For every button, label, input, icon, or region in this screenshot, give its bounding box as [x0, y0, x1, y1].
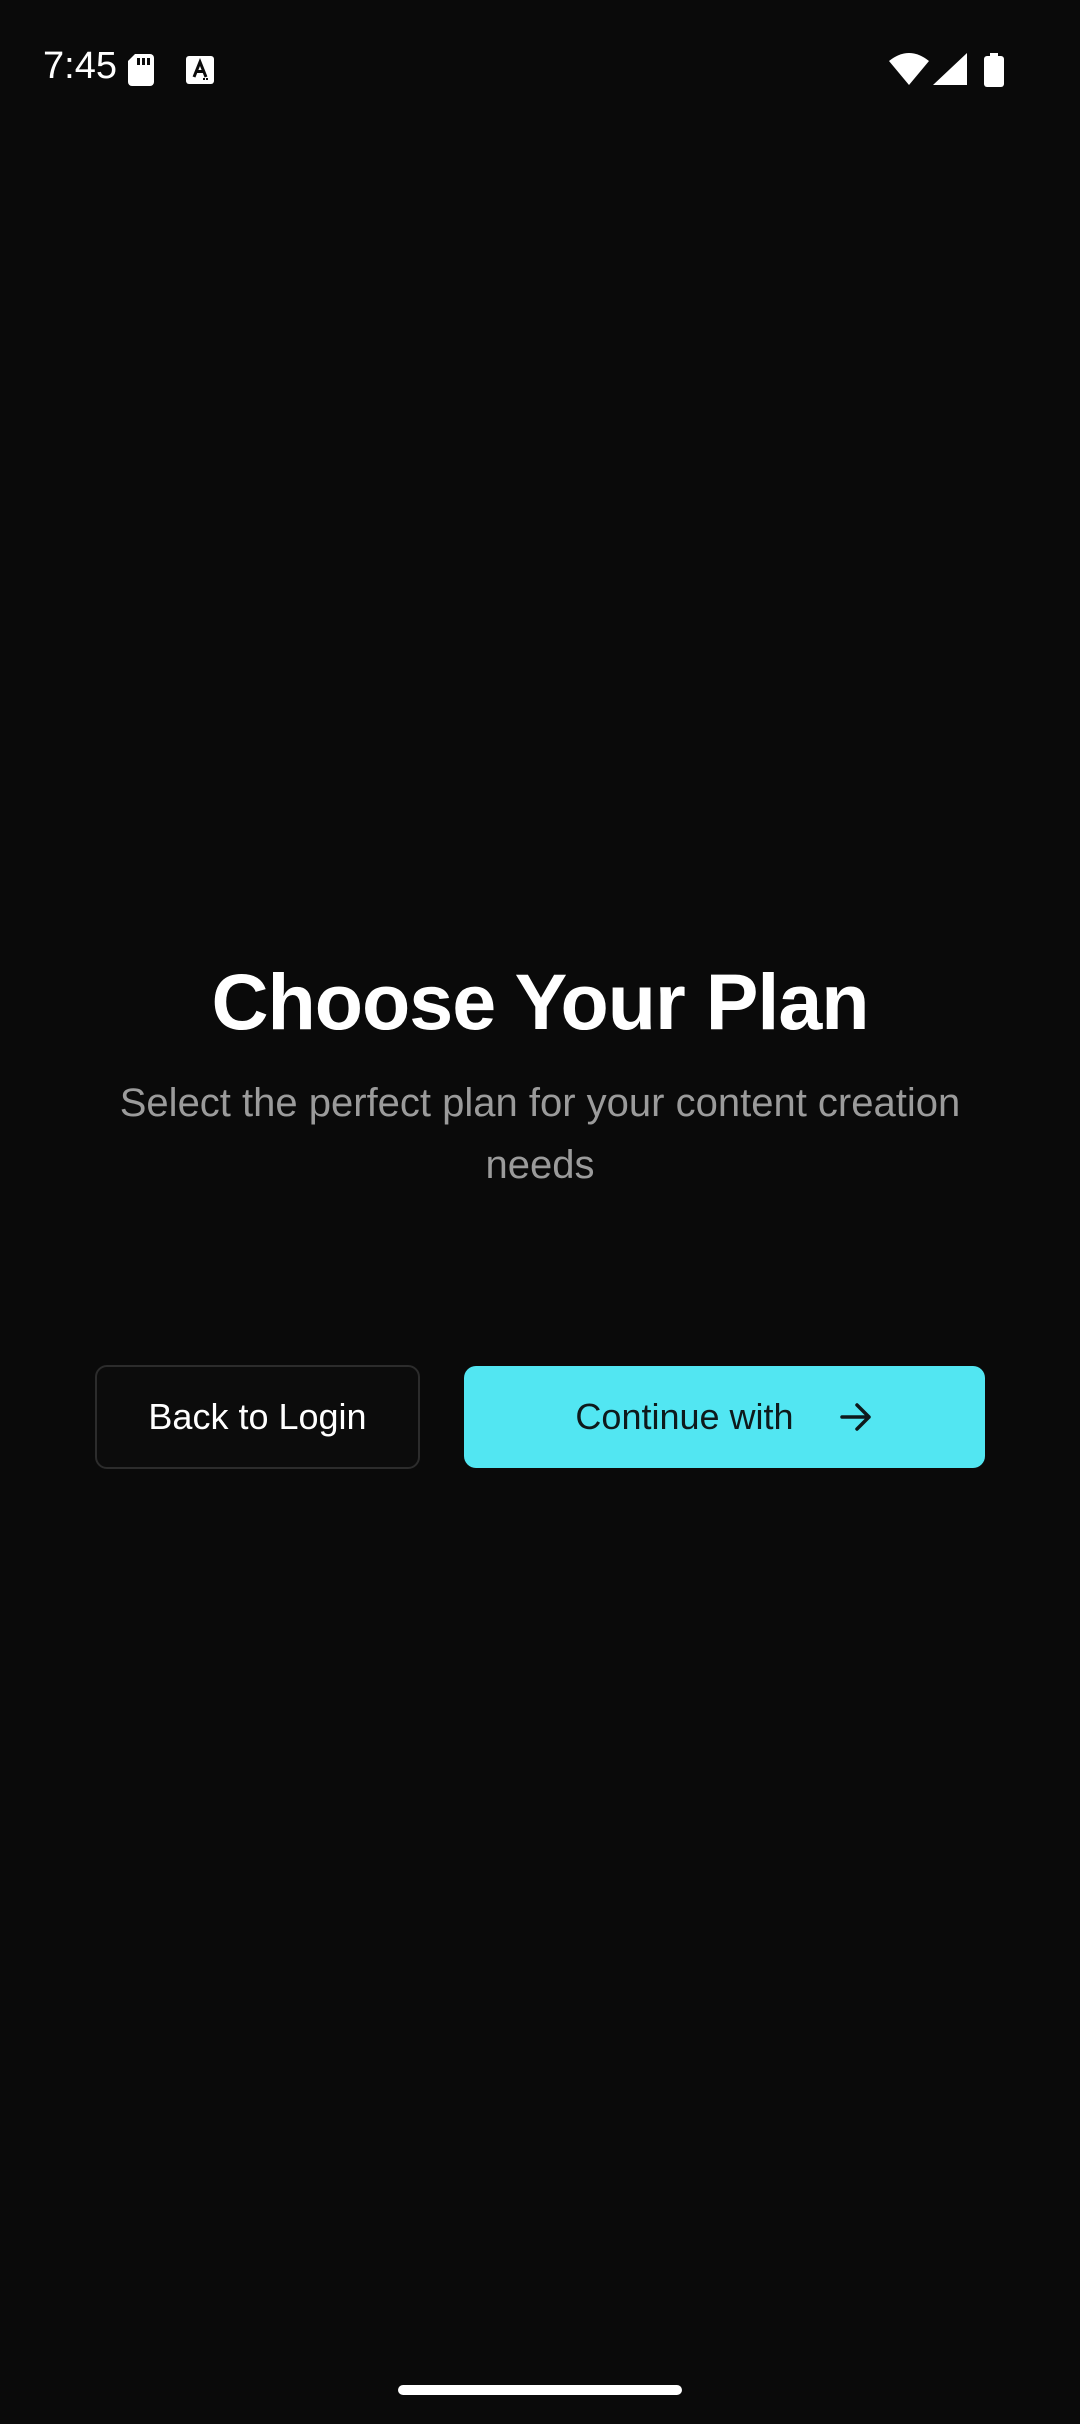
text-a-icon: [186, 56, 214, 84]
cell-signal-icon: [933, 53, 967, 85]
status-bar: 7:45: [0, 0, 1080, 140]
home-indicator[interactable]: [398, 2385, 682, 2395]
status-time: 7:45: [43, 45, 117, 87]
page-title: Choose Your Plan: [211, 957, 869, 1046]
back-to-login-label: Back to Login: [148, 1396, 367, 1437]
back-to-login-button[interactable]: Back to Login: [95, 1365, 420, 1469]
arrow-right-icon: [839, 1403, 871, 1431]
sd-card-icon: [128, 54, 154, 86]
page-subtitle: Select the perfect plan for your content…: [119, 1081, 961, 1187]
continue-button[interactable]: Continue with: [464, 1366, 985, 1468]
battery-icon: [984, 53, 1004, 87]
wifi-icon: [889, 53, 929, 85]
continue-label: Continue with: [575, 1396, 794, 1437]
